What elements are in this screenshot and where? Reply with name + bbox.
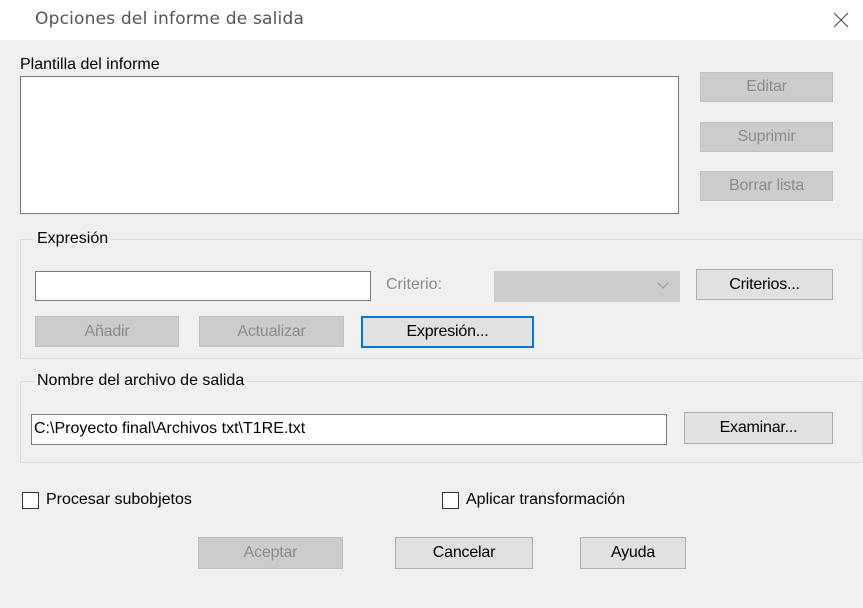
- cancel-button[interactable]: Cancelar: [395, 537, 533, 569]
- update-button[interactable]: Actualizar: [199, 316, 344, 347]
- apply-transform-label: Aplicar transformación: [466, 491, 626, 508]
- expression-input[interactable]: [35, 271, 371, 301]
- process-subobjects-checkbox[interactable]: [22, 492, 39, 509]
- help-button[interactable]: Ayuda: [580, 537, 686, 569]
- criterion-label: Criterio:: [386, 276, 443, 293]
- title-bar: Opciones del informe de salida: [0, 0, 863, 40]
- dialog-title: Opciones del informe de salida: [35, 9, 305, 29]
- expression-button[interactable]: Expresión...: [361, 316, 534, 348]
- clear-list-button[interactable]: Borrar lista: [700, 171, 833, 201]
- delete-button[interactable]: Suprimir: [700, 122, 833, 152]
- browse-button[interactable]: Examinar...: [684, 412, 833, 444]
- accept-button[interactable]: Aceptar: [198, 537, 343, 569]
- chevron-down-icon: [657, 282, 669, 289]
- criteria-button[interactable]: Criterios...: [696, 269, 833, 300]
- template-label: Plantilla del informe: [20, 56, 160, 73]
- expression-group-label: Expresión: [34, 230, 112, 248]
- apply-transform-checkbox[interactable]: [442, 492, 459, 509]
- output-group-label: Nombre del archivo de salida: [34, 372, 248, 390]
- output-path-input[interactable]: C:\Proyecto final\Archivos txt\T1RE.txt: [31, 414, 667, 445]
- process-subobjects-label: Procesar subobjetos: [46, 491, 192, 508]
- edit-button[interactable]: Editar: [700, 72, 833, 102]
- add-button[interactable]: Añadir: [35, 316, 179, 347]
- template-listbox[interactable]: [20, 76, 679, 214]
- criterion-select[interactable]: [494, 271, 680, 302]
- close-icon[interactable]: [829, 8, 853, 32]
